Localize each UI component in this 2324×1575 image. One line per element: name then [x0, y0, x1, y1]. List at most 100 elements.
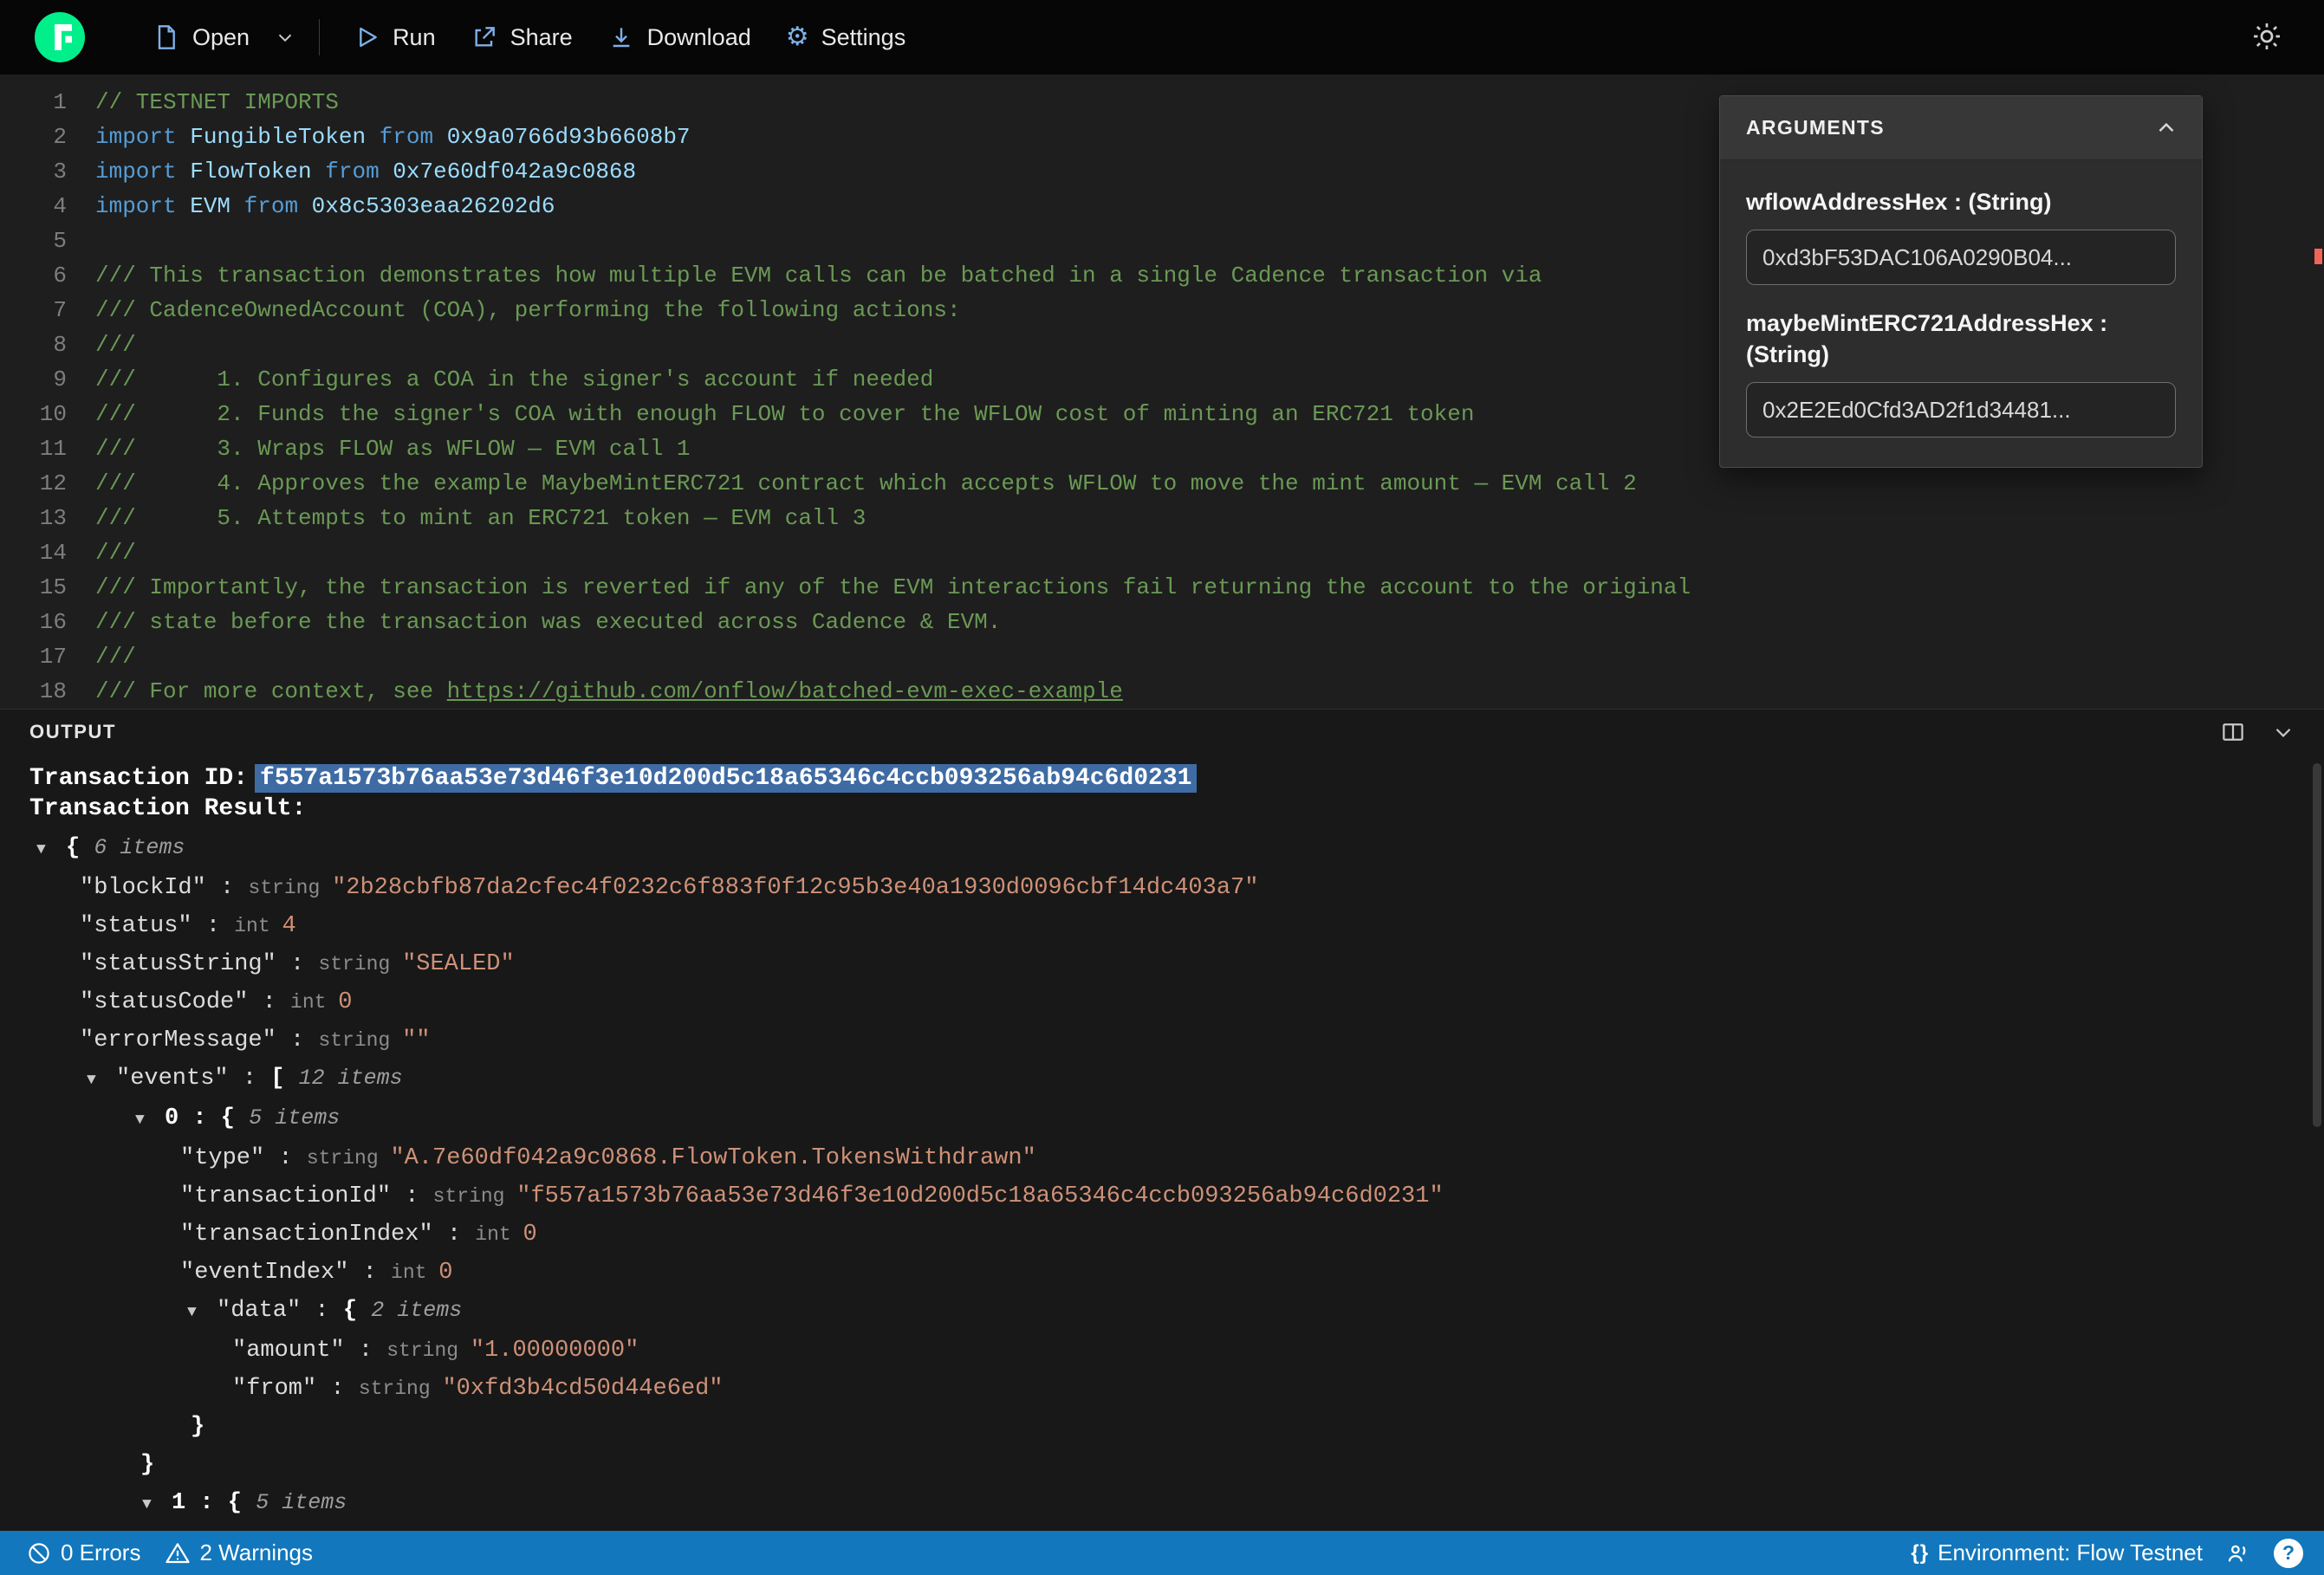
json-tree-row: } — [191, 1414, 205, 1440]
transaction-id-line: Transaction ID: f557a1573b76aa53e73d46f3e… — [29, 763, 2324, 794]
toolbar: Open Run Share Download ⚙ Settings — [0, 0, 2324, 75]
line-number: 6 — [53, 262, 67, 288]
line-number: 15 — [39, 574, 67, 600]
arguments-panel: ARGUMENTS wflowAddressHex : (String) may… — [1719, 95, 2203, 468]
code-text: /// This transaction demonstrates how mu… — [95, 262, 1542, 288]
toolbar-divider — [319, 19, 321, 55]
line-number: 13 — [39, 505, 67, 531]
code-link[interactable]: https://github.com/onflow/batched-evm-ex… — [447, 678, 1123, 704]
json-tree-row: ▼{ 6 items — [29, 829, 2324, 869]
run-label: Run — [393, 23, 436, 50]
transaction-id-label: Transaction ID: — [29, 765, 249, 792]
collapse-arrow-icon[interactable]: ▼ — [135, 1101, 154, 1139]
line-number: 16 — [39, 609, 67, 635]
json-tree-row: "amount" : string "1.00000000" — [232, 1338, 639, 1364]
share-button[interactable]: Share — [453, 15, 590, 60]
code-text: import FungibleToken from 0x9a0766d93b66… — [95, 124, 691, 150]
help-icon[interactable]: ? — [2274, 1538, 2303, 1568]
transaction-id-value[interactable]: f557a1573b76aa53e73d46f3e10d200d5c18a653… — [255, 764, 1198, 793]
play-icon — [360, 27, 377, 48]
run-button[interactable]: Run — [335, 15, 453, 60]
json-tree-row: "statusCode" : int 0 — [80, 989, 353, 1015]
download-button[interactable]: Download — [590, 15, 769, 60]
line-number: 11 — [39, 436, 67, 462]
line-number: 1 — [53, 89, 67, 115]
code-line[interactable]: 12 /// 4. Approves the example MaybeMintE… — [0, 466, 2324, 501]
collapse-output-chevron-icon[interactable] — [2270, 719, 2296, 745]
json-tree-row: "transactionId" : string "f557a1573b76aa… — [180, 1183, 1444, 1209]
settings-button[interactable]: ⚙ Settings — [769, 16, 923, 60]
split-editor-icon[interactable] — [2220, 719, 2246, 745]
argument-field: maybeMintERC721AddressHex : (String) — [1746, 308, 2176, 438]
argument-label-wflow: wflowAddressHex : (String) — [1746, 189, 2052, 215]
output-scrollbar[interactable] — [2313, 763, 2321, 1127]
code-text: /// 4. Approves the example MaybeMintERC… — [95, 470, 1637, 496]
gear-icon: ⚙ — [785, 23, 809, 51]
code-line[interactable]: 16 /// state before the transaction was e… — [0, 605, 2324, 639]
environment-label: Environment: Flow Testnet — [1938, 1539, 2203, 1565]
json-tree-row: } — [140, 1452, 155, 1478]
code-line[interactable]: 18 /// For more context, see https://gith… — [0, 674, 2324, 709]
code-text: /// state before the transaction was exe… — [95, 609, 1002, 635]
output-body: Transaction ID: f557a1573b76aa53e73d46f3e… — [0, 755, 2324, 1524]
output-header: OUTPUT — [0, 710, 2324, 755]
transaction-result-label: Transaction Result: — [29, 795, 307, 822]
json-tree-row: "transactionIndex" : int 0 — [180, 1222, 537, 1248]
argument-input-maybemint[interactable] — [1746, 382, 2176, 438]
overview-ruler-warning-mark — [2314, 249, 2322, 264]
arguments-title: ARGUMENTS — [1746, 116, 1885, 139]
warning-icon — [166, 1542, 191, 1563]
settings-label: Settings — [821, 23, 906, 50]
warnings-label: 2 Warnings — [199, 1539, 314, 1565]
code-line[interactable]: 15 /// Importantly, the transaction is re… — [0, 570, 2324, 605]
json-tree-row: "type" : string "A.7e60df042a9c0868.Flow… — [180, 1145, 1036, 1171]
theme-toggle-button[interactable] — [2244, 14, 2289, 62]
code-line[interactable]: 13 /// 5. Attempts to mint an ERC721 toke… — [0, 501, 2324, 535]
argument-field: wflowAddressHex : (String) — [1746, 186, 2176, 285]
feedback-icon[interactable] — [2225, 1540, 2251, 1566]
argument-input-wflow[interactable] — [1746, 230, 2176, 285]
collapse-arrow-icon[interactable]: ▼ — [142, 1486, 161, 1524]
open-dropdown-button[interactable] — [267, 17, 303, 57]
transaction-result-line: Transaction Result: — [29, 794, 2324, 824]
share-icon — [475, 27, 495, 47]
collapse-arrow-icon[interactable]: ▼ — [36, 831, 55, 869]
open-button[interactable]: Open — [135, 15, 267, 60]
json-tree-row: ▼ "events" : [ 12 items — [29, 1060, 2324, 1099]
code-text: /// Importantly, the transaction is reve… — [95, 574, 1691, 600]
json-tree-row: "blockId" : string "2b28cbfb87da2cfec4f0… — [80, 875, 1259, 901]
arguments-header[interactable]: ARGUMENTS — [1720, 96, 2202, 160]
code-text: /// CadenceOwnedAccount (COA), performin… — [95, 297, 961, 323]
status-bar: 0 Errors 2 Warnings {} Environment: Flow… — [0, 1531, 2324, 1575]
environment-indicator[interactable]: {} Environment: Flow Testnet — [1911, 1539, 2203, 1566]
line-number: 4 — [53, 193, 67, 219]
line-number: 18 — [39, 678, 67, 704]
line-number: 9 — [53, 366, 67, 392]
share-label: Share — [510, 23, 573, 50]
code-line[interactable]: 17 /// — [0, 639, 2324, 674]
chevron-down-icon — [278, 34, 292, 42]
line-number: 10 — [39, 401, 67, 427]
code-text: /// 2. Funds the signer's COA with enoug… — [95, 401, 1475, 427]
output-panel: OUTPUT Transaction ID: f557a1573b76aa53e7… — [0, 709, 2324, 1531]
code-text: // TESTNET IMPORTS — [95, 89, 339, 115]
code-text: import EVM from 0x8c5303eaa26202d6 — [95, 193, 555, 219]
errors-label: 0 Errors — [61, 1539, 141, 1565]
arguments-body: wflowAddressHex : (String) maybeMintERC7… — [1720, 160, 2202, 467]
errors-indicator[interactable]: 0 Errors — [26, 1539, 140, 1566]
chevron-up-icon[interactable] — [2153, 115, 2179, 141]
json-tree-row: "status" : int 4 — [80, 913, 296, 939]
code-text: /// 1. Configures a COA in the signer's … — [95, 366, 934, 392]
line-number: 2 — [53, 124, 67, 150]
code-text: /// — [95, 332, 136, 358]
collapse-arrow-icon[interactable]: ▼ — [187, 1293, 206, 1332]
collapse-arrow-icon[interactable]: ▼ — [87, 1061, 106, 1099]
download-label: Download — [646, 23, 751, 50]
json-tree-row: "statusString" : string "SEALED" — [80, 951, 515, 977]
error-icon — [29, 1542, 49, 1564]
code-line[interactable]: 14 /// — [0, 535, 2324, 570]
code-text: import FlowToken from 0x7e60df042a9c0868 — [95, 159, 637, 185]
json-tree-row: ▼ "data" : { 2 items — [29, 1292, 2324, 1332]
warnings-indicator[interactable]: 2 Warnings — [165, 1539, 313, 1566]
line-number: 12 — [39, 470, 67, 496]
